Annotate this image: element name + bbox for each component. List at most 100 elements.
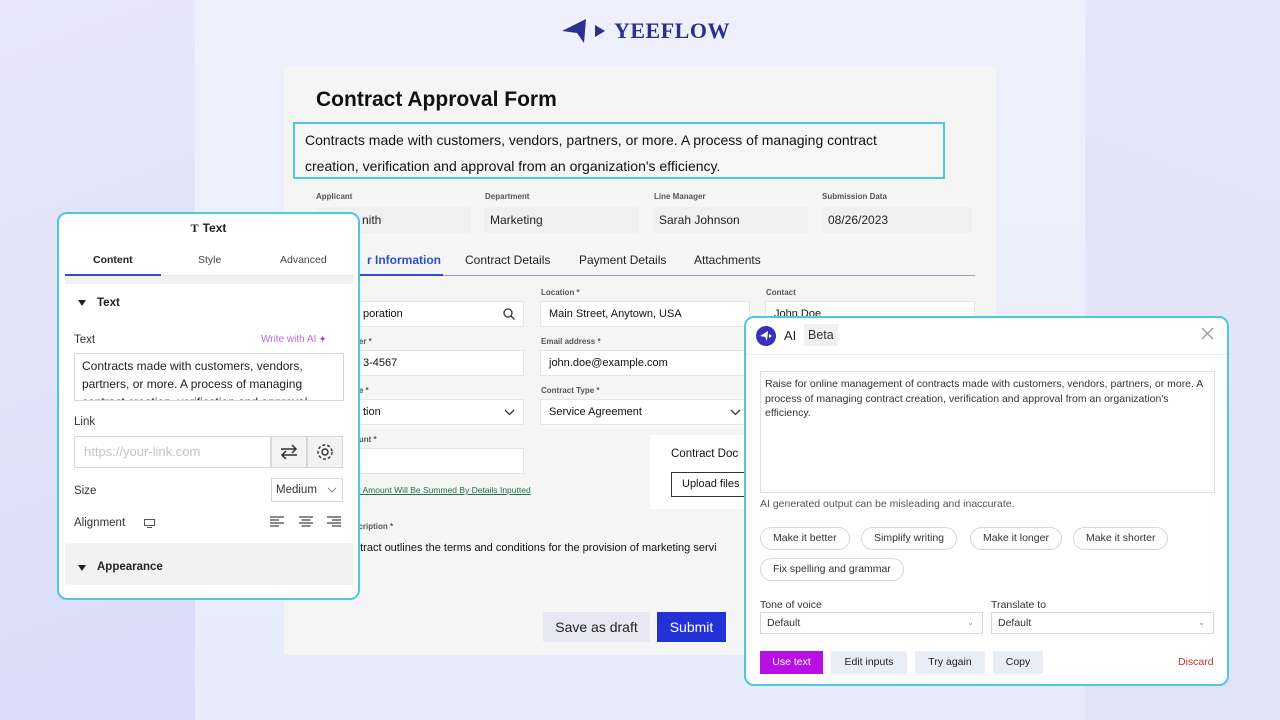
- text-properties-panel: T Text Content Style Advanced Text Text W…: [57, 212, 360, 600]
- tab-information[interactable]: r Information: [367, 253, 441, 267]
- submission-date-value: 08/26/2023: [822, 207, 972, 233]
- tone-value: Default: [767, 617, 801, 629]
- tab-advanced[interactable]: Advanced: [280, 254, 327, 266]
- gear-icon: [317, 444, 333, 460]
- company-input[interactable]: poration: [354, 301, 524, 327]
- desktop-icon[interactable]: [144, 519, 155, 528]
- edit-inputs-button[interactable]: Edit inputs: [831, 651, 907, 674]
- submit-button[interactable]: Submit: [657, 612, 726, 642]
- tone-of-voice-label: Tone of voice: [760, 599, 822, 611]
- beta-badge: Beta: [804, 324, 838, 346]
- contract-document-upload: Contract Doc Upload files: [650, 435, 750, 509]
- amount-input[interactable]: [354, 448, 524, 474]
- tab-content[interactable]: Content: [93, 254, 133, 266]
- simplify-writing-chip[interactable]: Simplify writing: [861, 527, 958, 550]
- company-value: poration: [363, 308, 403, 320]
- write-with-ai-label: Write with AI: [261, 334, 317, 345]
- description-value[interactable]: ntract outlines the terms and conditions…: [354, 542, 717, 554]
- copy-button[interactable]: Copy: [993, 651, 1043, 674]
- tab-attachments[interactable]: Attachments: [694, 253, 761, 267]
- tab-style[interactable]: Style: [198, 254, 221, 266]
- caret-down-icon[interactable]: [78, 300, 86, 306]
- section-appearance-title[interactable]: Appearance: [97, 561, 163, 573]
- contract-doc-label: Contract Doc: [671, 448, 739, 460]
- make-it-longer-chip[interactable]: Make it longer: [970, 527, 1062, 550]
- phone-input[interactable]: 3-4567: [354, 350, 524, 376]
- section-text-title[interactable]: Text: [97, 297, 120, 309]
- upload-files-button[interactable]: Upload files: [671, 472, 750, 497]
- link-label: Link: [74, 416, 96, 428]
- panel-header: T Text: [59, 214, 358, 242]
- align-center-icon[interactable]: [299, 516, 313, 528]
- email-label: Email address *: [541, 337, 601, 346]
- department-label: Department: [485, 192, 530, 201]
- write-with-ai-link[interactable]: Write with AI ✦: [261, 334, 326, 345]
- panel-title: Text: [202, 221, 227, 235]
- ai-logo-icon: [756, 326, 776, 346]
- fix-spelling-chip[interactable]: Fix spelling and grammar: [760, 558, 904, 581]
- brand-name: YEEFLOW: [614, 18, 730, 43]
- email-input[interactable]: john.doe@example.com: [540, 350, 750, 376]
- location-label: Location *: [541, 288, 580, 297]
- yeeflow-logo-icon: [562, 19, 605, 43]
- submission-date-label: Submission Data: [822, 192, 887, 201]
- text-field-label: Text: [74, 334, 96, 346]
- divider: [65, 276, 354, 284]
- panel-tabs: Content Style Advanced: [65, 248, 354, 276]
- contract-type-value: Service Agreement: [549, 406, 642, 418]
- close-icon[interactable]: [1201, 327, 1214, 340]
- tab-payment-details[interactable]: Payment Details: [579, 253, 666, 267]
- dynamic-link-button[interactable]: [271, 436, 307, 468]
- size-label: Size: [74, 485, 97, 497]
- chevron-down-icon: [730, 409, 741, 416]
- size-value: Medium: [276, 484, 317, 496]
- stage-value: tion: [363, 406, 381, 418]
- tab-contract-details[interactable]: Contract Details: [465, 253, 550, 267]
- form-tabs: r Information Contract Details Payment D…: [344, 244, 975, 276]
- amount-note-link[interactable]: ct Amount Will Be Summed By Details Inpu…: [354, 485, 531, 495]
- ai-output-textarea[interactable]: Raise for online management of contracts…: [760, 371, 1215, 493]
- save-as-draft-button[interactable]: Save as draft: [543, 612, 650, 642]
- contract-type-select[interactable]: Service Agreement: [540, 399, 750, 425]
- chevron-down-icon: ⌄: [967, 618, 974, 627]
- make-it-better-chip[interactable]: Make it better: [760, 527, 850, 550]
- align-right-icon[interactable]: [327, 516, 341, 528]
- ai-panel-title: AI: [784, 328, 797, 343]
- sparkle-icon: ✦: [316, 334, 327, 344]
- chevron-down-icon: [504, 409, 515, 416]
- applicant-label: Applicant: [316, 192, 353, 201]
- swap-arrows-icon: [280, 444, 298, 460]
- caret-down-icon[interactable]: [78, 565, 86, 571]
- make-it-shorter-chip[interactable]: Make it shorter: [1073, 527, 1169, 550]
- link-settings-button[interactable]: [307, 436, 343, 468]
- ai-disclaimer: AI generated output can be misleading an…: [760, 498, 1015, 510]
- link-input[interactable]: https://your-link.com: [74, 436, 271, 468]
- translate-to-select[interactable]: Default ⌄: [991, 612, 1214, 634]
- text-content-textarea[interactable]: Contracts made with customers, vendors, …: [74, 353, 344, 401]
- discard-button[interactable]: Discard: [1178, 656, 1214, 668]
- ai-assistant-panel: AI Beta Raise for online management of c…: [744, 316, 1229, 686]
- search-icon[interactable]: [503, 308, 515, 320]
- chevron-down-icon: ⌄: [1198, 618, 1205, 627]
- align-left-icon[interactable]: [270, 516, 284, 528]
- stage-select[interactable]: tion: [354, 399, 524, 425]
- form-description-selected[interactable]: Contracts made with customers, vendors, …: [293, 122, 945, 179]
- chevron-down-icon: [327, 487, 337, 493]
- divider: [65, 543, 354, 551]
- form-title: Contract Approval Form: [316, 88, 557, 111]
- use-text-button[interactable]: Use text: [760, 651, 823, 674]
- header-divider: [746, 354, 1227, 355]
- size-select[interactable]: Medium: [271, 478, 343, 502]
- location-input[interactable]: Main Street, Anytown, USA: [540, 301, 750, 327]
- try-again-button[interactable]: Try again: [915, 651, 985, 674]
- brand-logo: YEEFLOW: [562, 17, 730, 45]
- alignment-label: Alignment: [74, 517, 126, 529]
- translate-value: Default: [998, 617, 1032, 629]
- translate-to-label: Translate to: [991, 599, 1047, 611]
- contact-label: Contact: [766, 288, 796, 297]
- contract-type-label: Contract Type *: [541, 386, 600, 395]
- tone-of-voice-select[interactable]: Default ⌄: [760, 612, 983, 634]
- department-value: Marketing: [484, 207, 639, 233]
- line-manager-label: Line Manager: [654, 192, 706, 201]
- text-type-icon: T: [190, 221, 199, 235]
